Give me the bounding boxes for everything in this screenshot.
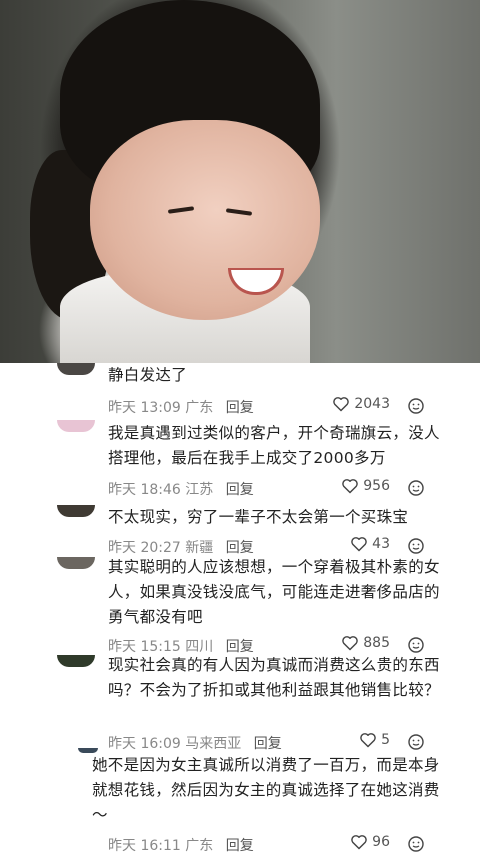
avatar[interactable] xyxy=(57,655,95,667)
avatar[interactable] xyxy=(57,557,95,569)
comment-region: 江苏 xyxy=(185,482,214,498)
emoji-icon[interactable] xyxy=(408,734,424,750)
comment-meta: 昨天 16:11 广东 回复 xyxy=(108,835,254,855)
like-button[interactable]: 2043 xyxy=(332,396,390,412)
heart-outline-icon xyxy=(351,537,367,552)
like-count: 5 xyxy=(381,732,390,748)
comment-text: 其实聪明的人应该想想，一个穿着极其朴素的女人，如果真没钱没底气，可能连走进奢侈品… xyxy=(108,558,440,626)
comment-meta: 昨天 16:09 马来西亚 回复 xyxy=(108,733,282,753)
reply-button[interactable]: 回复 xyxy=(226,540,254,556)
like-button[interactable]: 43 xyxy=(350,536,390,552)
like-count: 43 xyxy=(372,536,390,552)
like-button[interactable]: 956 xyxy=(341,478,390,494)
like-count: 96 xyxy=(372,834,390,850)
like-count: 2043 xyxy=(354,396,390,412)
heart-outline-icon xyxy=(333,397,350,412)
reply-button[interactable]: 回复 xyxy=(226,838,254,854)
comment-text: 静白发达了 xyxy=(108,366,188,384)
reply-button[interactable]: 回复 xyxy=(226,482,254,498)
reply-button[interactable]: 回复 xyxy=(226,400,254,416)
heart-outline-icon xyxy=(342,636,359,651)
like-count: 956 xyxy=(363,478,390,494)
comment-time: 昨天 16:11 xyxy=(108,838,181,854)
comment-meta: 昨天 13:09 广东 回复 xyxy=(108,397,254,417)
heart-outline-icon xyxy=(342,479,359,494)
like-count: 885 xyxy=(363,635,390,651)
comment-region: 广东 xyxy=(185,400,214,416)
comment-meta: 昨天 20:27 新疆 回复 xyxy=(108,537,254,557)
comment-time: 昨天 16:09 xyxy=(108,736,181,752)
comment-region: 马来西亚 xyxy=(185,736,242,752)
emoji-icon[interactable] xyxy=(408,480,424,496)
comment-region: 广东 xyxy=(185,838,214,854)
like-button[interactable]: 96 xyxy=(350,834,390,850)
comment-region: 新疆 xyxy=(185,540,214,556)
video-face xyxy=(90,120,320,320)
emoji-icon[interactable] xyxy=(408,538,424,554)
avatar[interactable] xyxy=(57,505,95,517)
emoji-icon[interactable] xyxy=(408,637,424,653)
emoji-icon[interactable] xyxy=(408,836,424,852)
comment-time: 昨天 13:09 xyxy=(108,400,181,416)
avatar[interactable] xyxy=(57,363,95,375)
avatar[interactable] xyxy=(57,420,95,432)
comment-text: 现实社会真的有人因为真诚而消费这么贵的东西吗？不会为了折扣或其他利益跟其他销售比… xyxy=(108,656,440,699)
comment-text: 我是真遇到过类似的客户，开个奇瑞旗云，没人搭理他，最后在我手上成交了2000多万 xyxy=(108,424,440,467)
like-button[interactable]: 885 xyxy=(341,635,390,651)
comment-meta: 昨天 18:46 江苏 回复 xyxy=(108,479,254,499)
emoji-icon[interactable] xyxy=(408,398,424,414)
comment-text: 她不是因为女主真诚所以消费了一百万，而是本身就想花钱，然后因为女主的真诚选择了在… xyxy=(92,756,440,824)
comment-time: 昨天 18:46 xyxy=(108,482,181,498)
reply-button[interactable]: 回复 xyxy=(254,736,282,752)
comment-time: 昨天 20:27 xyxy=(108,540,181,556)
comment-text: 不太现实，穷了一辈子不太会第一个买珠宝 xyxy=(108,508,409,526)
heart-outline-icon xyxy=(351,835,367,850)
heart-outline-icon xyxy=(360,733,376,748)
like-button[interactable]: 5 xyxy=(359,732,390,748)
video-frame[interactable] xyxy=(0,0,480,363)
